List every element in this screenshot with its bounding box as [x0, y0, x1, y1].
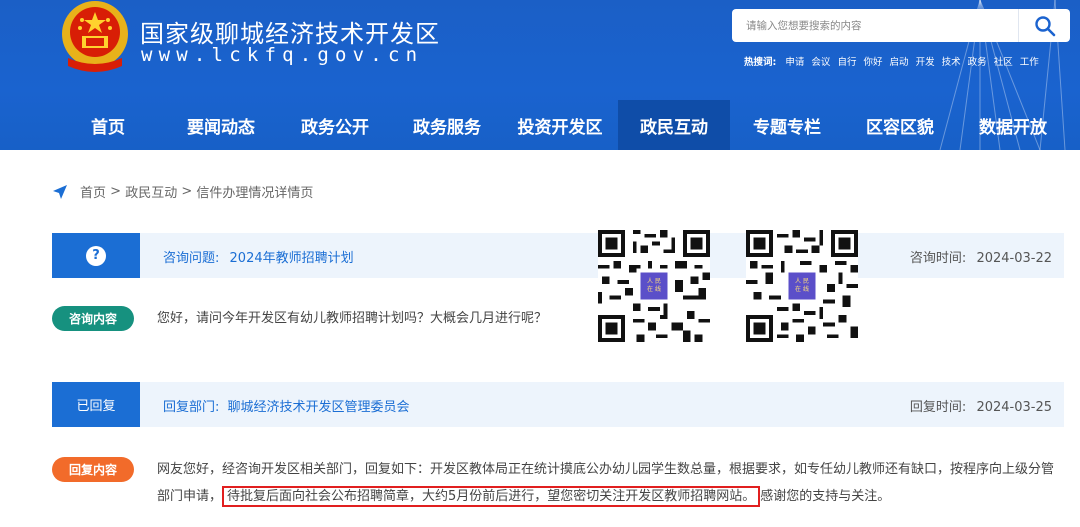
- hot-keyword[interactable]: 工作: [1020, 57, 1039, 68]
- reply-status: 已回复: [52, 382, 140, 427]
- question-time: 咨询时间: 2024-03-22: [910, 247, 1052, 266]
- question-time-value: 2024-03-22: [976, 251, 1052, 266]
- reply-time: 回复时间: 2024-03-25: [910, 396, 1052, 415]
- breadcrumb-home[interactable]: 首页: [80, 182, 106, 201]
- reply-time-label: 回复时间:: [909, 400, 967, 415]
- site-url: www.lckfq.gov.cn: [141, 44, 424, 66]
- nav-item-interaction[interactable]: 政民互动: [618, 100, 730, 150]
- nav-item-gov-open[interactable]: 政务公开: [278, 100, 392, 150]
- breadcrumb-current: 信件办理情况详情页: [196, 186, 314, 201]
- search-icon: [1034, 15, 1055, 36]
- hot-keyword[interactable]: 会议: [811, 57, 830, 68]
- question-content-badge: 咨询内容: [52, 306, 134, 331]
- question-header: ? 咨询问题: 2024年教师招聘计划 咨询时间: 2024-03-22: [52, 233, 1064, 278]
- hot-keyword[interactable]: 技术: [942, 57, 961, 68]
- nav-item-district[interactable]: 区容区貌: [844, 100, 956, 150]
- location-arrow-icon: [53, 184, 67, 199]
- reply-department-label: 回复部门:: [163, 400, 220, 415]
- national-emblem-icon[interactable]: [58, 0, 132, 74]
- hot-keyword[interactable]: 自行: [837, 57, 856, 68]
- question-title-value: 2024年教师招聘计划: [229, 251, 354, 266]
- reply-time-value: 2024-03-25: [976, 400, 1052, 415]
- reply-department-value: 聊城经济技术开发区管理委员会: [227, 400, 410, 415]
- question-title-label: 咨询问题:: [163, 251, 220, 266]
- breadcrumb-separator: >: [177, 184, 197, 199]
- nav-item-gov-service[interactable]: 政务服务: [392, 100, 502, 150]
- hot-keywords: 热搜词: 申请 会议 自行 你好 启动 开发 技术 政务 社区 工作: [744, 54, 1043, 68]
- nav-item-invest[interactable]: 投资开发区: [502, 100, 618, 150]
- nav-item-news[interactable]: 要闻动态: [164, 100, 278, 150]
- highlighted-reply-text: 待批复后面向社会公布招聘简章，大约5月份前后进行，望您密切关注开发区教师招聘网站…: [222, 486, 761, 507]
- nav-item-data[interactable]: 数据开放: [956, 100, 1070, 150]
- breadcrumb-section[interactable]: 政民互动: [125, 182, 177, 201]
- reply-department: 回复部门: 聊城经济技术开发区管理委员会: [163, 396, 410, 415]
- site-header: 国家级聊城经济技术开发区 www.lckfq.gov.cn 请输入您想要搜索的内…: [0, 0, 1080, 150]
- hot-keywords-label: 热搜词:: [744, 57, 777, 68]
- hot-keyword[interactable]: 你好: [863, 57, 882, 68]
- nav-item-home[interactable]: 首页: [62, 100, 154, 150]
- reply-content: 网友您好，经咨询开发区相关部门，回复如下：开发区教体局正在统计摸底公办幼儿园学生…: [157, 456, 1067, 510]
- breadcrumb: 首页 > 政民互动 > 信件办理情况详情页: [52, 182, 313, 201]
- reply-text-part: 网友您好，经咨询开发区相关部门，回复如下：开发区教体局正在统计摸底公办幼儿园学生…: [157, 462, 1016, 477]
- hot-keyword[interactable]: 启动: [890, 57, 909, 68]
- breadcrumb-separator: >: [106, 184, 126, 199]
- qr-center-badge: 人 民 在 线: [647, 278, 661, 293]
- question-content: 您好，请问今年开发区有幼儿教师招聘计划吗？大概会几月进行呢？: [157, 311, 548, 326]
- reply-text-part: 感谢您的支持与关注。: [760, 489, 891, 504]
- question-mark-icon: ?: [86, 245, 106, 266]
- question-icon-cell: ?: [52, 233, 140, 278]
- nav-item-topics[interactable]: 专题专栏: [730, 100, 844, 150]
- hot-keyword[interactable]: 申请: [785, 57, 804, 68]
- reply-content-badge: 回复内容: [52, 457, 134, 482]
- hot-keyword[interactable]: 开发: [916, 57, 935, 68]
- search-input[interactable]: 请输入您想要搜索的内容: [732, 9, 1018, 42]
- search-button[interactable]: [1018, 9, 1070, 42]
- question-time-label: 咨询时间:: [909, 251, 967, 266]
- hot-keyword[interactable]: 政务: [968, 57, 987, 68]
- main-nav: 首页 要闻动态 政务公开 政务服务 投资开发区 政民互动 专题专栏 区容区貌 数…: [0, 100, 1080, 150]
- question-title: 咨询问题: 2024年教师招聘计划: [163, 247, 354, 266]
- reply-header: 已回复 回复部门: 聊城经济技术开发区管理委员会 回复时间: 2024-03-2…: [52, 382, 1064, 427]
- qr-center-badge: 人 民 在 线: [795, 278, 809, 293]
- hot-keyword[interactable]: 社区: [994, 57, 1013, 68]
